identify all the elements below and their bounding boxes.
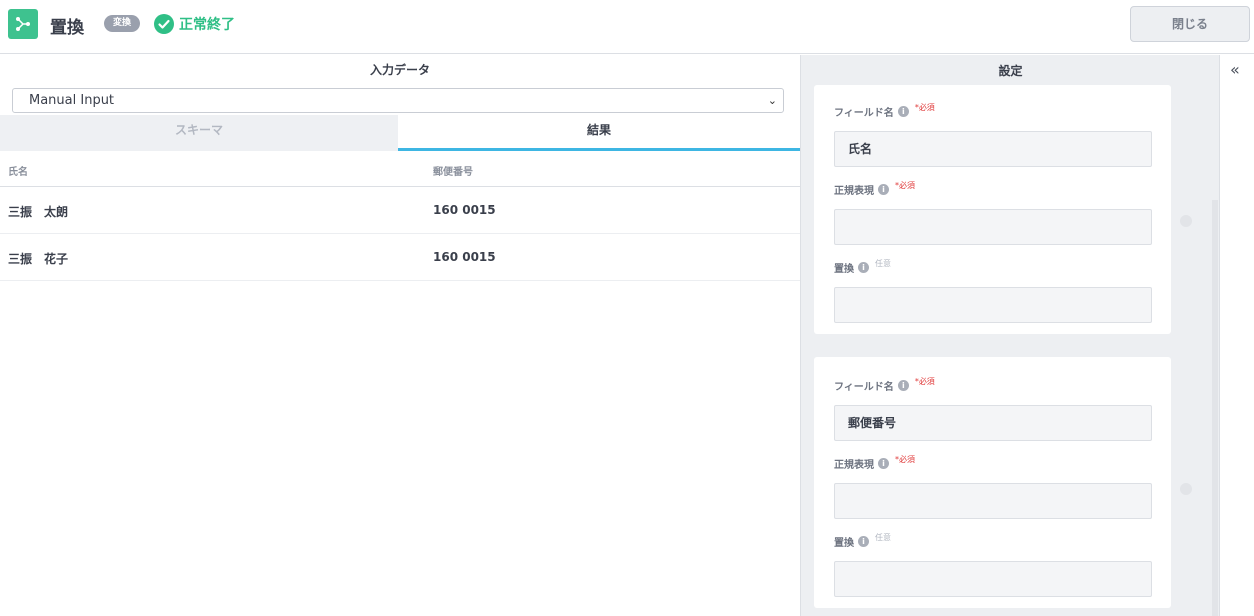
field-name-input[interactable]: 氏名 <box>834 131 1152 167</box>
check-circle-icon <box>154 14 174 34</box>
workflow-node-icon <box>8 9 38 39</box>
status-indicator: 正常終了 <box>154 13 235 35</box>
field-name-label: フィールド名 i *必須 <box>834 103 935 119</box>
optional-mark: 任意 <box>875 533 891 542</box>
result-table: 氏名 郵便番号 三振 太朗 160 0015 三振 花子 160 0015 <box>0 151 800 281</box>
source-select[interactable]: Manual Input ⌄ <box>12 88 784 113</box>
table-cell: 160 0015 <box>433 250 496 264</box>
input-data-panel: 入力データ Manual Input ⌄ スキーマ 結果 氏名 郵便番号 三振 … <box>0 55 800 616</box>
required-mark: *必須 <box>914 103 935 112</box>
regex-label: 正規表現 i *必須 <box>834 455 915 471</box>
column-header-postal-code: 郵便番号 <box>433 167 473 178</box>
info-icon[interactable]: i <box>858 536 869 547</box>
settings-title: 設定 <box>998 64 1023 78</box>
info-icon[interactable]: i <box>897 380 909 391</box>
settings-panel: 設定 フィールド名 i *必須 氏名 正規表現 i *必須 置換 i 任意 フィ… <box>800 55 1219 616</box>
field-name-label: フィールド名 i *必須 <box>834 377 935 393</box>
table-row: 三振 太朗 160 0015 <box>0 187 800 234</box>
close-button[interactable]: 閉じる <box>1130 6 1250 42</box>
replace-label: 置換 i 任意 <box>834 533 891 549</box>
info-icon[interactable]: i <box>897 106 909 117</box>
info-icon[interactable]: i <box>878 458 889 469</box>
table-cell: 三振 太朗 <box>8 205 69 219</box>
regex-input[interactable] <box>834 209 1152 245</box>
replace-rule-card: フィールド名 i *必須 郵便番号 正規表現 i *必須 置換 i 任意 <box>814 357 1171 608</box>
optional-mark: 任意 <box>875 259 891 268</box>
replace-rule-card: フィールド名 i *必須 氏名 正規表現 i *必須 置換 i 任意 <box>814 85 1171 334</box>
regex-input[interactable] <box>834 483 1152 519</box>
collapse-panel: « <box>1219 55 1254 616</box>
page-title: 置換 <box>50 18 84 38</box>
regex-label: 正規表現 i *必須 <box>834 181 915 197</box>
drag-handle[interactable] <box>1180 215 1192 227</box>
input-data-title: 入力データ <box>369 63 430 77</box>
required-mark: *必須 <box>895 181 915 190</box>
tab-result[interactable]: 結果 <box>398 115 800 151</box>
required-mark: *必須 <box>895 455 915 464</box>
field-name-input[interactable]: 郵便番号 <box>834 405 1152 441</box>
header-bar: 置換 変換 正常終了 閉じる <box>0 0 1254 54</box>
view-tabs: スキーマ 結果 <box>0 115 800 151</box>
replace-input[interactable] <box>834 561 1152 597</box>
type-badge: 変換 <box>104 15 140 32</box>
tab-schema[interactable]: スキーマ <box>0 115 398 151</box>
replace-label: 置換 i 任意 <box>834 259 891 275</box>
info-icon[interactable]: i <box>858 262 869 273</box>
table-header: 氏名 郵便番号 <box>0 151 800 187</box>
info-icon[interactable]: i <box>878 184 889 195</box>
source-select-value: Manual Input <box>29 93 115 108</box>
required-mark: *必須 <box>914 377 935 386</box>
table-cell: 160 0015 <box>433 203 496 217</box>
double-chevron-left-icon[interactable]: « <box>1230 60 1240 79</box>
replace-input[interactable] <box>834 287 1152 323</box>
chevron-down-icon: ⌄ <box>767 94 777 107</box>
table-row: 三振 花子 160 0015 <box>0 234 800 281</box>
status-text: 正常終了 <box>179 17 235 33</box>
settings-scrollbar[interactable] <box>1212 200 1218 616</box>
table-cell: 三振 花子 <box>8 252 69 266</box>
drag-handle[interactable] <box>1180 483 1192 495</box>
column-header-name: 氏名 <box>8 167 28 178</box>
